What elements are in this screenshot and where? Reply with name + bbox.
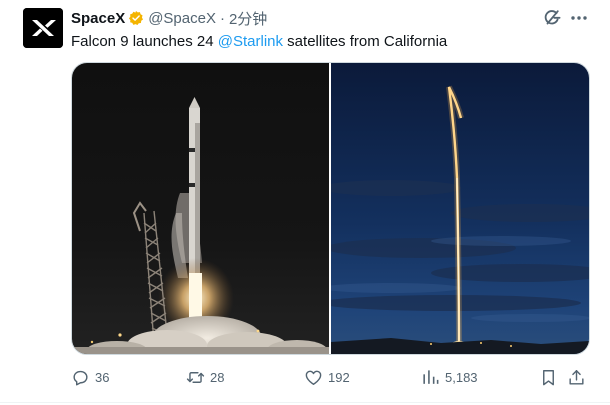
- verified-badge-icon: [128, 10, 144, 26]
- reply-icon: [73, 370, 88, 385]
- more-icon[interactable]: [569, 8, 589, 28]
- retweet-count: 28: [210, 369, 225, 385]
- share-icon: [569, 369, 584, 385]
- avatar[interactable]: [23, 8, 63, 48]
- retweet-icon: [186, 371, 205, 383]
- tweet-text-prefix: Falcon 9 launches 24: [71, 33, 218, 50]
- mention-link[interactable]: @Starlink: [218, 33, 283, 50]
- grok-icon[interactable]: [542, 8, 562, 28]
- tweet-time[interactable]: 2分钟: [229, 8, 267, 29]
- night-launch-photo[interactable]: [72, 63, 329, 354]
- bookmark-icon: [543, 369, 554, 385]
- tweet-media[interactable]: [71, 62, 590, 355]
- long-exposure-launch-photo[interactable]: [331, 63, 589, 354]
- share-button[interactable]: [567, 365, 586, 389]
- tweet-header: SpaceX @SpaceX · 2分钟: [71, 8, 267, 28]
- analytics-icon: [423, 369, 439, 384]
- author-name[interactable]: SpaceX: [71, 10, 125, 27]
- author-handle[interactable]: @SpaceX: [148, 10, 216, 27]
- heart-icon: [305, 370, 322, 385]
- tweet-text-suffix: satellites from California: [283, 33, 448, 50]
- tweet[interactable]: SpaceX @SpaceX · 2分钟 Falcon 9 launches 2…: [0, 0, 610, 405]
- tweet-text: Falcon 9 launches 24 @Starlink satellite…: [71, 32, 447, 52]
- tweet-divider: [0, 402, 610, 403]
- spacex-logo: [23, 8, 63, 48]
- like-count: 192: [328, 369, 350, 385]
- reply-count: 36: [95, 369, 110, 385]
- views-button[interactable]: 5,183: [421, 365, 478, 389]
- tweet-actions: 36 28 192 5,183: [71, 365, 591, 389]
- bookmark-button[interactable]: [539, 365, 558, 389]
- meta-separator: ·: [219, 9, 225, 27]
- like-button[interactable]: 192: [304, 365, 350, 389]
- retweet-button[interactable]: 28: [186, 365, 224, 389]
- views-count: 5,183: [445, 369, 478, 385]
- reply-button[interactable]: 36: [71, 365, 109, 389]
